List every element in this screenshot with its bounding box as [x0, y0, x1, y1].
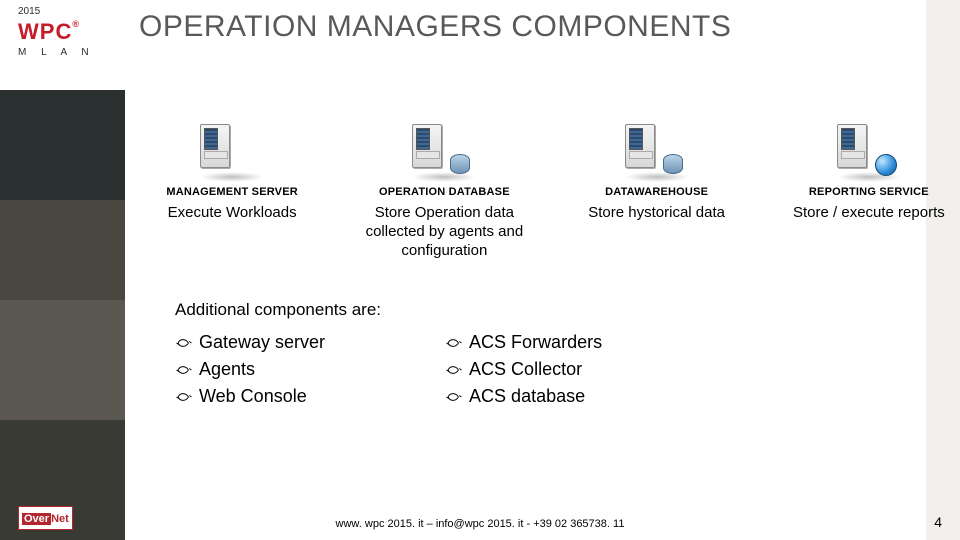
server-col-management: MANAGEMENT SERVER Execute Workloads: [141, 124, 323, 260]
server-db-icon: [412, 124, 476, 182]
additional-section: Additional components are: Gateway serve…: [175, 300, 960, 413]
page-number: 4: [934, 514, 942, 530]
additional-col-2: ACS Forwarders ACS Collector ACS databas…: [445, 326, 602, 413]
server-desc: Store / execute reports: [778, 204, 960, 223]
wpc-logo: WPC®: [18, 19, 125, 45]
slide-content: OPERATION MANAGERS COMPONENTS MANAGEMENT…: [135, 0, 960, 540]
wpc-subtitle: M L A N: [18, 47, 125, 58]
list-item: ACS Forwarders: [445, 332, 602, 353]
page-title: OPERATION MANAGERS COMPONENTS: [135, 0, 960, 44]
year-label: 2015: [18, 6, 125, 17]
server-icon: [200, 124, 264, 182]
list-item: Gateway server: [175, 332, 325, 353]
list-item: ACS database: [445, 386, 602, 407]
server-label: MANAGEMENT SERVER: [141, 186, 323, 198]
server-label: DATAWAREHOUSE: [566, 186, 748, 198]
server-desc: Store hystorical data: [566, 204, 748, 223]
server-col-datawarehouse: DATAWAREHOUSE Store hystorical data: [566, 124, 748, 260]
list-item: Web Console: [175, 386, 325, 407]
server-desc: Execute Workloads: [141, 204, 323, 223]
list-item: Agents: [175, 359, 325, 380]
server-label: REPORTING SERVICE: [778, 186, 960, 198]
sidebar-logo-block: 2015 WPC® M L A N: [0, 0, 125, 90]
list-item: ACS Collector: [445, 359, 602, 380]
server-desc: Store Operation data collected by agents…: [353, 204, 535, 260]
server-col-reporting: REPORTING SERVICE Store / execute report…: [778, 124, 960, 260]
additional-heading: Additional components are:: [175, 300, 960, 320]
server-label: OPERATION DATABASE: [353, 186, 535, 198]
servers-row: MANAGEMENT SERVER Execute Workloads OPER…: [135, 124, 960, 260]
footer-text: www. wpc 2015. it – info@wpc 2015. it - …: [0, 518, 960, 530]
additional-col-1: Gateway server Agents Web Console: [175, 326, 325, 413]
server-db-icon: [625, 124, 689, 182]
server-col-operation-db: OPERATION DATABASE Store Operation data …: [353, 124, 535, 260]
server-globe-icon: [837, 124, 901, 182]
